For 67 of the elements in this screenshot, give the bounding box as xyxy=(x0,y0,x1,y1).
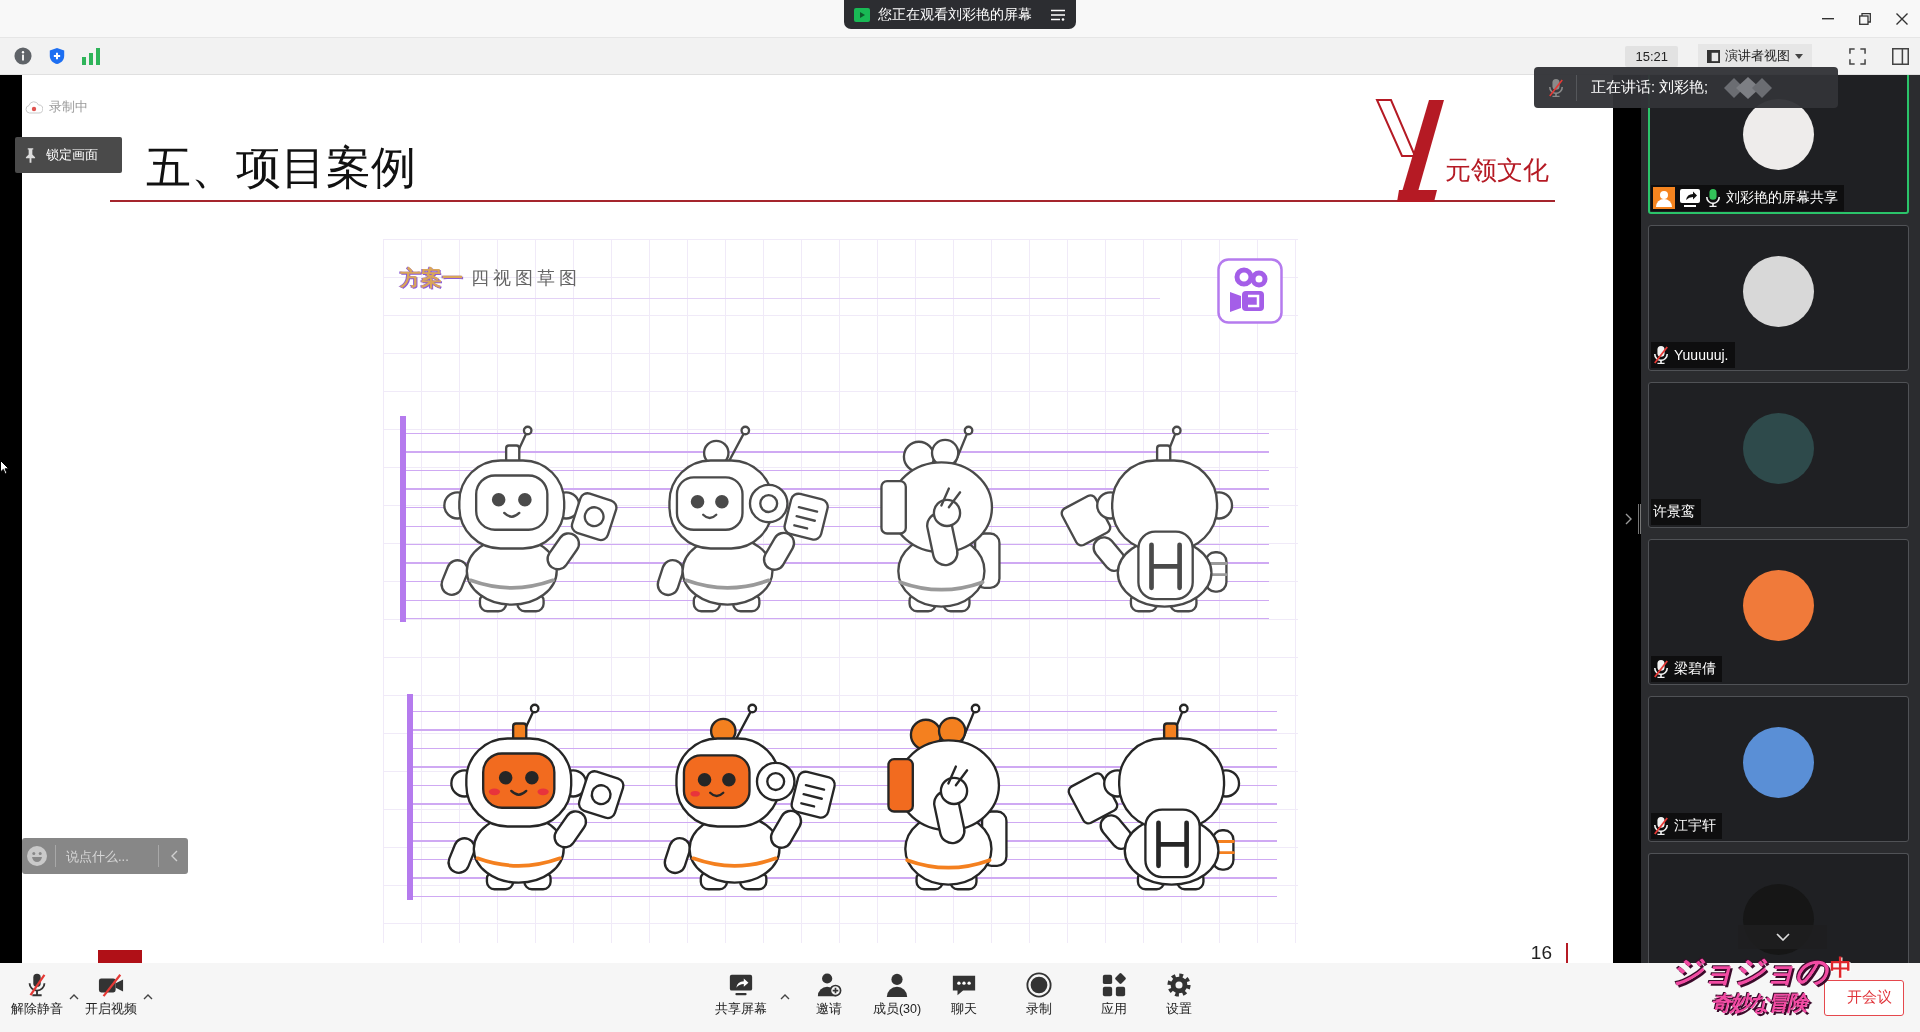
meeting-time: 15:21 xyxy=(1625,45,1678,67)
recording-label: 录制中 xyxy=(49,98,88,116)
lock-view-button[interactable]: 锁定画面 xyxy=(15,137,122,173)
chat-button[interactable]: 聊天 xyxy=(935,963,993,1018)
settings-icon xyxy=(1166,972,1192,998)
signal-bars-icon xyxy=(82,47,100,65)
participant-name: 许景鸾 xyxy=(1653,503,1695,521)
meeting-info-button[interactable] xyxy=(13,46,33,66)
shield-icon xyxy=(48,47,66,65)
participant-tile[interactable]: Yuuuuuj. xyxy=(1648,225,1909,371)
muted-microphone-icon xyxy=(1548,78,1564,97)
side-panel-icon xyxy=(1891,47,1909,65)
mouse-cursor-icon xyxy=(0,460,10,475)
close-icon xyxy=(1895,12,1908,25)
blur-patch-icon xyxy=(1722,75,1775,100)
screen-share-icon xyxy=(854,7,870,22)
menu-icon xyxy=(1051,8,1065,21)
restore-icon xyxy=(1858,12,1871,25)
view-mode-dropdown[interactable]: 演讲者视图 xyxy=(1698,44,1812,68)
apps-grid-icon xyxy=(1101,972,1127,998)
participant-name: 江宇轩 xyxy=(1674,817,1716,835)
invite-button[interactable]: 邀请 xyxy=(800,963,858,1018)
chat-input-field[interactable]: 说点什么... xyxy=(64,844,150,868)
sheet-heading: 四视图草图 xyxy=(471,267,581,290)
pin-icon xyxy=(25,147,36,163)
chevron-down-icon xyxy=(1775,933,1790,941)
logo-mark-icon xyxy=(1375,98,1445,204)
screen-share-icon xyxy=(728,972,754,998)
participant-tile[interactable]: 许景鸾 xyxy=(1648,382,1909,528)
page-number: 16 xyxy=(1530,943,1552,963)
chevron-left-icon xyxy=(170,850,178,862)
security-button[interactable] xyxy=(47,46,67,66)
participant-tile[interactable]: 江宇轩 xyxy=(1648,696,1909,842)
caret-up-icon xyxy=(143,994,153,1000)
info-icon xyxy=(14,47,32,65)
sheet-tag: 方案一 xyxy=(400,264,463,292)
chevron-right-icon xyxy=(1624,513,1632,525)
participant-name: 梁碧倩 xyxy=(1674,660,1716,678)
share-button[interactable]: 共享屏幕 xyxy=(712,963,770,1018)
footer-bar xyxy=(98,950,142,963)
caret-down-icon xyxy=(1795,53,1803,59)
caret-up-icon xyxy=(780,994,790,1000)
participant-name: 刘彩艳的屏幕共享 xyxy=(1726,189,1838,207)
minimize-icon xyxy=(1821,17,1834,20)
cloud-record-icon xyxy=(25,100,43,114)
resize-handle[interactable] xyxy=(1638,504,1641,534)
participant-name: Yuuuuuj. xyxy=(1674,347,1729,363)
sticker-corner-label: 中 xyxy=(1830,956,1852,981)
record-button[interactable]: 录制 xyxy=(1010,963,1068,1018)
chat-bar[interactable]: 说点什么... xyxy=(22,838,188,874)
emoji-icon xyxy=(27,846,47,866)
logo-text: 元领文化 xyxy=(1445,156,1549,186)
camera-logo-icon xyxy=(1217,258,1283,324)
settings-button[interactable]: 设置 xyxy=(1150,963,1208,1018)
caret-up-icon xyxy=(69,994,79,1000)
speaker-view-icon xyxy=(1707,49,1720,63)
apps-button[interactable]: 应用 xyxy=(1085,963,1143,1018)
participant-tile[interactable]: 梁碧倩 xyxy=(1648,539,1909,685)
fullscreen-icon xyxy=(1848,47,1866,65)
people-icon xyxy=(884,972,910,998)
unmute-button[interactable]: 解除静音 xyxy=(8,963,66,1018)
record-icon xyxy=(1026,972,1052,998)
add-person-icon xyxy=(816,972,842,998)
start-video-button[interactable]: 开启视频 xyxy=(82,963,140,1018)
slide-title: 五、项目案例 xyxy=(146,142,416,192)
banner-text: 您正在观看刘彩艳的屏幕 xyxy=(878,5,1032,24)
members-button[interactable]: 成员(30) xyxy=(866,963,928,1018)
